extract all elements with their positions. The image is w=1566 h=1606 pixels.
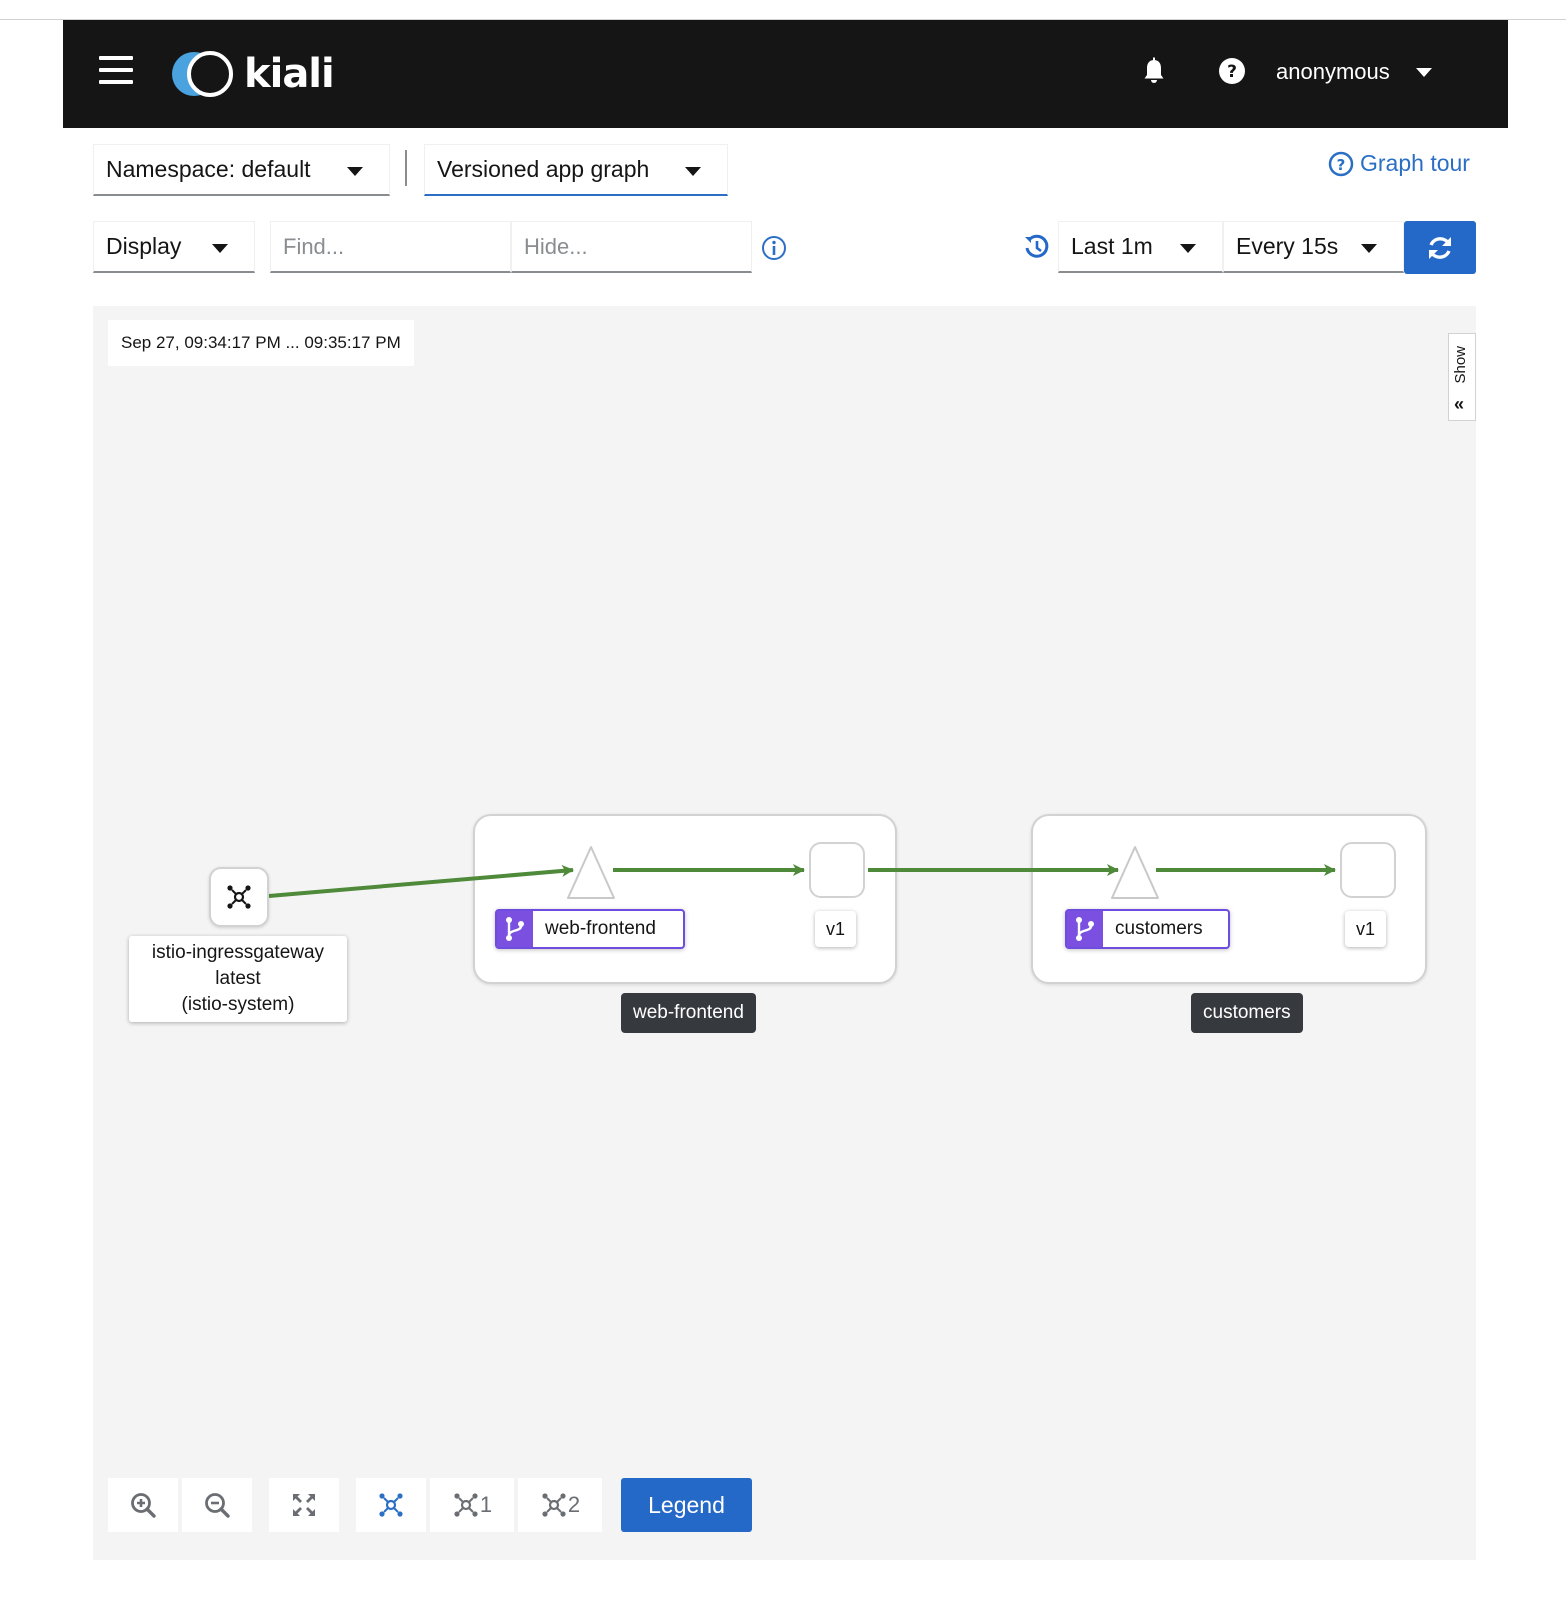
history-icon[interactable]	[1022, 232, 1052, 262]
brand-name: kiali	[244, 51, 335, 97]
svg-text:?: ?	[1337, 156, 1346, 174]
svg-text:?: ?	[1227, 62, 1237, 82]
namespace-dropdown[interactable]: Namespace: default	[93, 144, 390, 196]
gateway-label: istio-ingressgateway latest (istio-syste…	[129, 936, 347, 1022]
refresh-interval-dropdown[interactable]: Every 15s	[1223, 221, 1404, 273]
workload-node-web-frontend-v1[interactable]	[809, 842, 865, 898]
layout-default-button[interactable]	[356, 1478, 426, 1532]
caret-down-icon	[347, 167, 363, 176]
graph-canvas[interactable]: Sep 27, 09:34:17 PM ... 09:35:17 PM Show…	[93, 306, 1476, 1560]
duration-label: Last 1m	[1071, 233, 1153, 259]
notification-bell-icon[interactable]	[1139, 56, 1169, 86]
expand-icon	[293, 1494, 315, 1516]
display-label: Display	[106, 233, 182, 259]
fit-to-screen-button[interactable]	[269, 1478, 339, 1532]
side-panel-show-tab[interactable]: Show «	[1448, 333, 1476, 421]
layout-2-button[interactable]: 2	[518, 1478, 602, 1532]
caret-down-icon	[212, 244, 228, 253]
double-chevron-left-icon: «	[1454, 394, 1465, 414]
layout-2-icon	[542, 1493, 566, 1517]
refresh-interval-label: Every 15s	[1236, 233, 1339, 259]
zoom-out-button[interactable]	[182, 1478, 252, 1532]
layout-default-icon	[379, 1493, 403, 1517]
graph-tour-link[interactable]: ? Graph tour	[1328, 150, 1470, 177]
namespace-label: Namespace: default	[106, 156, 311, 182]
app-branch-icon	[497, 911, 533, 947]
layout-1-button[interactable]: 1	[430, 1478, 514, 1532]
refresh-button[interactable]	[1404, 221, 1476, 274]
version-label-customers: v1	[1345, 911, 1387, 947]
app-tag-customers[interactable]: customers	[1065, 909, 1230, 949]
caret-down-icon	[685, 167, 701, 176]
hamburger-menu-icon[interactable]	[99, 56, 133, 90]
zoom-in-icon	[131, 1493, 156, 1518]
app-tag-web-frontend[interactable]: web-frontend	[495, 909, 685, 949]
app-group-box-customers[interactable]	[1031, 814, 1427, 984]
app-tag-label: web-frontend	[545, 918, 656, 939]
gateway-namespace: (istio-system)	[181, 994, 295, 1015]
kiali-logo[interactable]: kiali	[170, 46, 335, 102]
caret-down-icon	[1415, 67, 1432, 77]
info-icon[interactable]	[760, 234, 788, 262]
find-input[interactable]	[270, 221, 511, 273]
masthead: kiali ? anonymous	[63, 20, 1508, 128]
app-tag-label: customers	[1115, 918, 1203, 939]
gateway-node[interactable]	[209, 867, 269, 927]
zoom-out-icon	[205, 1493, 230, 1518]
graph-time-range: Sep 27, 09:34:17 PM ... 09:35:17 PM	[108, 320, 414, 366]
gateway-icon	[227, 885, 251, 909]
show-tab-label: Show	[1452, 346, 1469, 384]
version-label-web-frontend: v1	[815, 911, 857, 947]
duration-dropdown[interactable]: Last 1m	[1058, 221, 1223, 273]
zoom-in-button[interactable]	[108, 1478, 178, 1532]
workload-node-customers-v1[interactable]	[1340, 842, 1396, 898]
gateway-name: istio-ingressgateway	[151, 942, 325, 963]
user-name: anonymous	[1276, 59, 1390, 84]
group-label-customers: customers	[1191, 993, 1303, 1033]
gateway-version: latest	[215, 968, 261, 989]
kiali-logo-icon	[172, 51, 233, 97]
display-dropdown[interactable]: Display	[93, 221, 255, 273]
refresh-icon	[1429, 236, 1451, 259]
help-icon[interactable]: ?	[1217, 56, 1247, 86]
layout-2-label: 2	[567, 1492, 581, 1517]
caret-down-icon	[1361, 244, 1377, 253]
graph-tour-label: Graph tour	[1360, 150, 1470, 176]
graph-type-dropdown[interactable]: Versioned app graph	[424, 144, 728, 196]
app-group-box-web-frontend[interactable]	[473, 814, 897, 984]
legend-button[interactable]: Legend	[621, 1478, 752, 1532]
group-label-web-frontend: web-frontend	[621, 993, 756, 1033]
user-menu[interactable]: anonymous	[1276, 54, 1432, 90]
hide-input[interactable]	[511, 221, 752, 273]
app-branch-icon	[1067, 911, 1103, 947]
caret-down-icon	[1180, 244, 1196, 253]
help-circle-icon: ?	[1328, 151, 1354, 176]
graph-type-label: Versioned app graph	[437, 156, 650, 182]
layout-1-label: 1	[479, 1492, 493, 1517]
toolbar-separator	[405, 150, 407, 186]
layout-1-icon	[454, 1493, 478, 1517]
